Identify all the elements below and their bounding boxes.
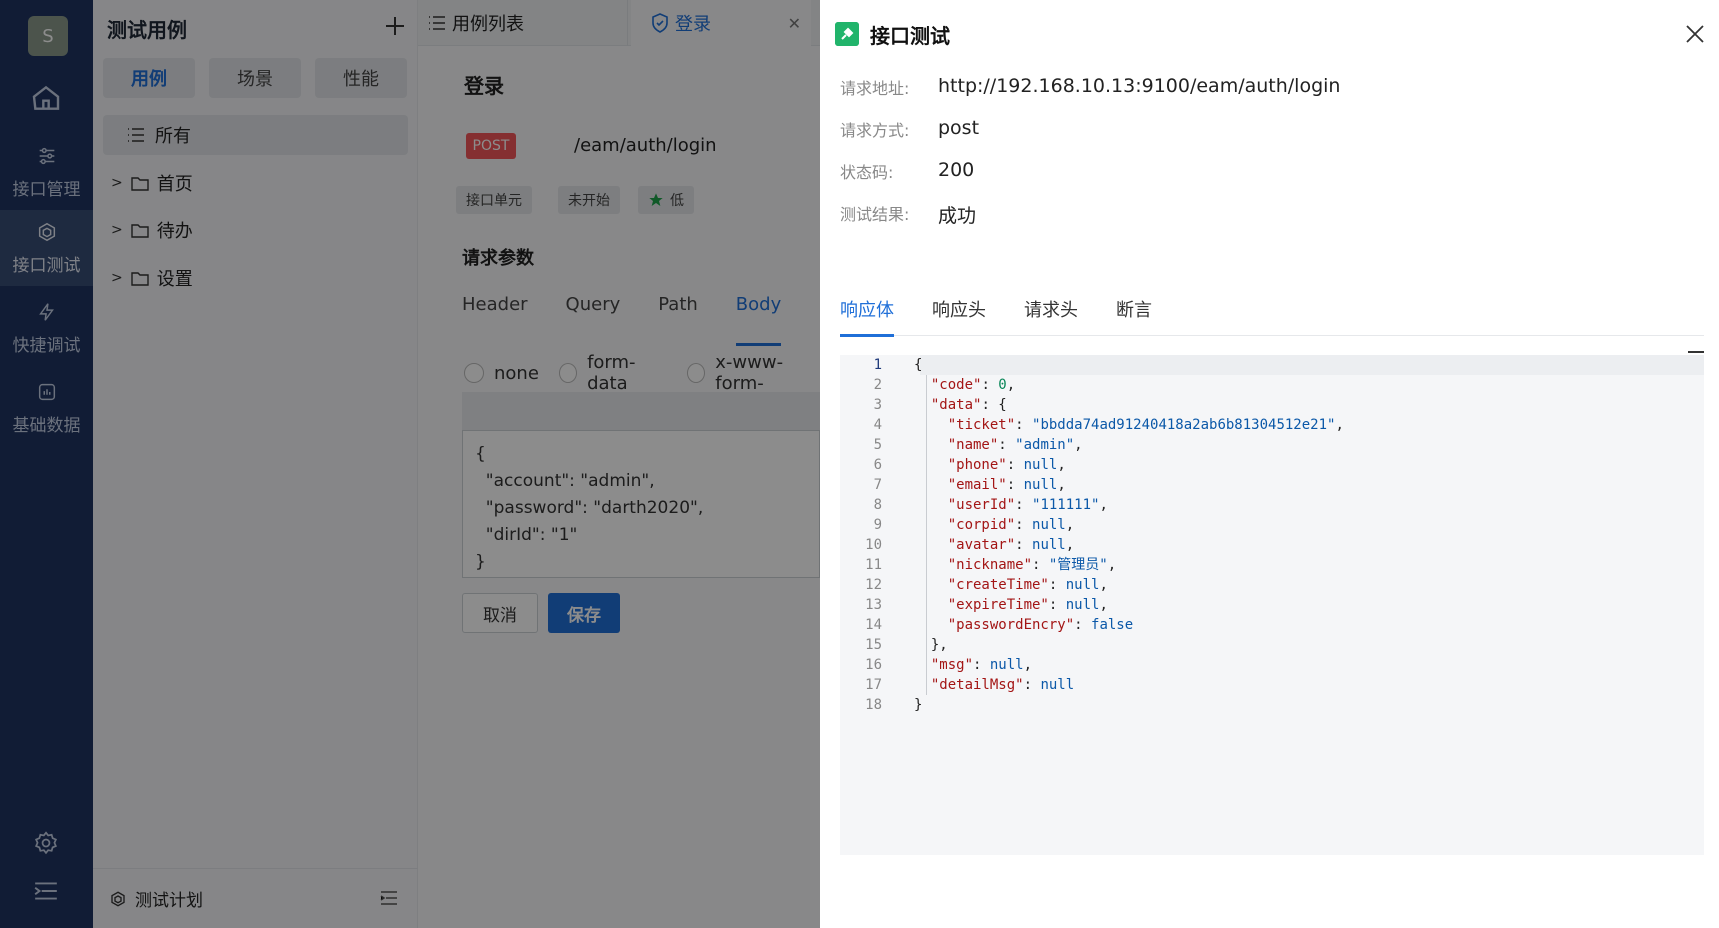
line-content: "avatar": null, (947, 537, 1075, 553)
line-content: }, (914, 637, 948, 653)
line-content: "msg": null, (930, 657, 1033, 673)
line-number: 4 (873, 417, 882, 433)
response-code-viewer[interactable]: 1{2 "code": 0, 3 "data": {4 "ticket": "bb… (840, 351, 1704, 855)
line-number: 1 (873, 357, 882, 373)
line-content: "code": 0, (930, 377, 1016, 393)
test-result: 成功 (938, 205, 977, 227)
line-number: 13 (865, 597, 882, 613)
code-line: 11 "nickname": "管理员", (840, 555, 1704, 575)
tab-response-headers[interactable]: 响应头 (932, 296, 986, 322)
code-line: 6 "phone": null, (840, 455, 1704, 475)
line-number: 11 (865, 557, 882, 573)
line-content: { (914, 357, 923, 373)
line-number: 2 (873, 377, 882, 393)
line-content: "ticket": "bbdda74ad91240418a2ab6b813045… (947, 417, 1344, 433)
code-line: 4 "ticket": "bbdda74ad91240418a2ab6b8130… (840, 415, 1704, 435)
line-content: "phone": null, (947, 457, 1066, 473)
code-line: 7 "email": null, (840, 475, 1704, 495)
line-content: "expireTime": null, (947, 597, 1108, 613)
field-label: 测试结果: (840, 205, 910, 224)
field-label: 请求地址: (840, 79, 910, 98)
tab-assertions[interactable]: 断言 (1116, 296, 1152, 322)
drawer-title: 接口测试 (870, 24, 950, 48)
field-label: 请求方式: (840, 121, 910, 140)
line-number: 17 (865, 677, 882, 693)
request-method: post (938, 117, 980, 139)
line-number: 5 (873, 437, 882, 453)
request-url: http://192.168.10.13:9100/eam/auth/login (938, 75, 1341, 97)
line-content: "email": null, (947, 477, 1066, 493)
line-content: } (914, 697, 923, 713)
line-number: 12 (865, 577, 882, 593)
line-number: 14 (865, 617, 882, 633)
line-number: 15 (865, 637, 882, 653)
code-line: 1{ (840, 355, 1704, 375)
line-number: 7 (873, 477, 882, 493)
field-label: 状态码: (840, 163, 894, 182)
line-content: "userId": "111111", (947, 497, 1108, 513)
code-line: 17 "detailMsg": null (840, 675, 1704, 695)
code-line: 10 "avatar": null, (840, 535, 1704, 555)
line-number: 18 (865, 697, 882, 713)
line-content: "detailMsg": null (930, 677, 1075, 693)
code-line: 14 "passwordEncry": false (840, 615, 1704, 635)
line-content: "name": "admin", (947, 437, 1083, 453)
line-content: "createTime": null, (947, 577, 1108, 593)
line-content: "data": { (930, 397, 1007, 413)
line-number: 6 (873, 457, 882, 473)
line-content: "nickname": "管理员", (947, 557, 1117, 573)
line-content: "passwordEncry": false (947, 617, 1134, 633)
modal-overlay[interactable] (0, 0, 820, 928)
line-number: 3 (873, 397, 882, 413)
code-line: 15 }, (840, 635, 1704, 655)
code-line: 3 "data": { (840, 395, 1704, 415)
line-number: 8 (873, 497, 882, 513)
tab-request-headers[interactable]: 请求头 (1024, 296, 1078, 322)
line-number: 9 (873, 517, 882, 533)
code-line: 2 "code": 0, (840, 375, 1704, 395)
interface-test-drawer: 接口测试 请求地址: http://192.168.10.13:9100/eam… (820, 0, 1719, 928)
code-line: 9 "corpid": null, (840, 515, 1704, 535)
close-icon[interactable] (1685, 24, 1705, 44)
line-number: 10 (865, 537, 882, 553)
code-line: 12 "createTime": null, (840, 575, 1704, 595)
status-code: 200 (938, 159, 975, 181)
collapse-dash-icon[interactable] (1688, 351, 1704, 353)
code-line: 13 "expireTime": null, (840, 595, 1704, 615)
code-line: 18} (840, 695, 1704, 715)
test-icon (835, 22, 859, 46)
response-tabs: 响应体 响应头 请求头 断言 (840, 290, 1704, 337)
line-content: "corpid": null, (947, 517, 1075, 533)
tab-response-body[interactable]: 响应体 (840, 296, 894, 337)
code-line: 16 "msg": null, (840, 655, 1704, 675)
code-line: 8 "userId": "111111", (840, 495, 1704, 515)
line-number: 16 (865, 657, 882, 673)
code-line: 5 "name": "admin", (840, 435, 1704, 455)
